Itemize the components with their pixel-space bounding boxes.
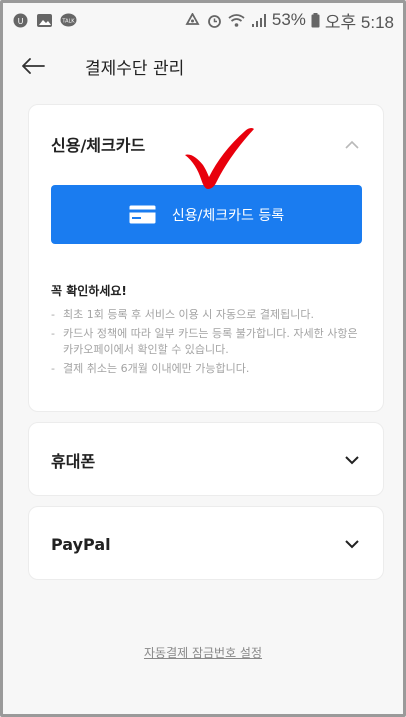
notice-list: 최초 1회 등록 후 서비스 이용 시 자동으로 결제됩니다. 카드사 정책에 …: [51, 307, 361, 380]
svg-text:U: U: [18, 17, 24, 26]
paypal-section: PayPal: [28, 506, 384, 580]
battery-percent: 53%: [271, 10, 306, 29]
chevron-down-icon: [343, 451, 361, 469]
section-title: 휴대폰: [51, 452, 96, 471]
paypal-section-header[interactable]: PayPal: [29, 507, 383, 581]
page-title: 결제수단 관리: [85, 58, 185, 79]
auto-payment-lock-link[interactable]: 자동결제 잠금번호 설정: [3, 644, 403, 661]
chevron-down-icon: [343, 535, 361, 553]
notice-item: 결제 취소는 6개월 이내에만 가능합니다.: [51, 361, 361, 377]
recycle-icon: [185, 12, 200, 25]
register-card-button[interactable]: 신용/체크카드 등록: [51, 185, 362, 244]
section-title: 신용/체크카드: [51, 136, 146, 155]
signal-icon: [251, 13, 266, 27]
battery-icon: [311, 12, 320, 27]
phone-section: 휴대폰: [28, 422, 384, 496]
credit-card-icon: [129, 205, 156, 224]
kakaotalk-icon: U: [13, 13, 28, 27]
back-arrow-icon: [22, 58, 45, 74]
register-card-label: 신용/체크카드 등록: [171, 207, 285, 224]
phone-frame: U TALK 53% 오후 5:18 결제수단 관리 신용/체크카드 신용/체크…: [0, 0, 406, 717]
checkmark-annotation-icon: [185, 127, 254, 189]
notification-icons: U TALK: [12, 13, 77, 28]
wifi-icon: [228, 13, 245, 27]
back-button[interactable]: [3, 37, 63, 95]
notice-item: 최초 1회 등록 후 서비스 이용 시 자동으로 결제됩니다.: [51, 307, 361, 323]
section-title: PayPal: [51, 534, 111, 554]
system-icons: 53% 오후 5:18: [184, 8, 394, 33]
phone-section-header[interactable]: 휴대폰: [29, 423, 383, 497]
chevron-up-icon: [343, 135, 361, 153]
alarm-icon: [207, 14, 221, 28]
status-bar: U TALK 53% 오후 5:18: [3, 3, 403, 37]
image-icon: [37, 13, 52, 27]
notice-title: 꼭 확인하세요!: [51, 284, 127, 298]
clock: 오후 5:18: [324, 12, 394, 32]
notice-item: 카드사 정책에 따라 일부 카드는 등록 불가합니다. 자세한 사항은 카카오페…: [51, 326, 361, 358]
app-header: 결제수단 관리: [3, 37, 403, 95]
talk-icon: TALK: [60, 13, 77, 26]
svg-text:TALK: TALK: [61, 18, 75, 24]
